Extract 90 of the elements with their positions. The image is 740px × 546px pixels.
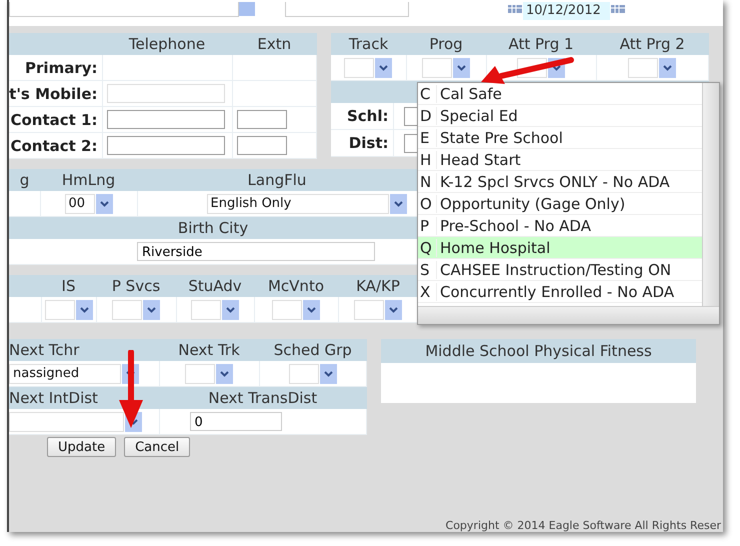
list-option[interactable]: X Concurrently Enrolled - No ADA [418,281,702,303]
list-option[interactable]: D Special Ed [418,105,702,127]
column-header: McVnto [268,277,324,295]
dropdown-button[interactable] [375,58,392,78]
chevron-icon [226,306,235,313]
column-header: StuAdv [188,277,242,295]
column-header: Prog [406,33,486,55]
field-label: Schl: [346,107,388,125]
dropdown-button[interactable] [385,300,402,320]
dropdown-button[interactable] [320,364,337,384]
copyright-text: Copyright © 2014 Eagle Software All Rights Reser [446,519,721,532]
phone-field[interactable] [106,110,224,129]
dropdown-button[interactable] [216,364,233,384]
field-label: Contact 2: [10,136,98,154]
extension-field[interactable] [236,136,286,155]
date-field[interactable]: 10/12/2012 [523,2,610,20]
chevron-icon [100,200,108,207]
column-header: Sched Grp [259,339,366,361]
select-field[interactable] [354,300,384,320]
text-field[interactable] [285,2,409,17]
phone-field[interactable] [106,136,224,155]
horizontal-scrollbar[interactable] [418,306,719,324]
list-option[interactable]: S CAHSEE Instruction/Testing ON [418,259,702,281]
extension-field[interactable] [236,110,286,129]
field-label: Contact 1: [10,110,98,128]
text-field[interactable] [9,2,239,17]
select-field[interactable] [628,58,658,78]
chevron-icon [147,306,156,313]
column-header: Birth City [9,216,417,239]
select-field[interactable] [344,58,374,78]
chevron-icon [552,64,562,71]
form-button[interactable]: Update [47,437,116,457]
form-button[interactable]: Cancel [124,437,190,457]
panel-title: Middle School Physical Fitness [381,339,696,363]
list-option[interactable]: Q Home Hospital [418,237,702,259]
column-header: Next Tchr [9,339,159,361]
select-field[interactable] [112,300,142,320]
select-field[interactable]: 00 [64,194,94,214]
select-field[interactable] [185,364,215,384]
dropdown-button[interactable] [453,58,470,78]
column-header: Telephone [102,33,232,55]
chevron-icon [80,306,88,313]
text-field[interactable]: 0 [190,412,282,431]
field-label: t's Mobile: [9,84,98,102]
list-option[interactable]: O Opportunity (Gage Only) [418,193,702,215]
column-header: IS [62,277,76,295]
column-header: Att Prg 2 [596,33,708,55]
dropdown-button[interactable] [76,300,92,320]
select-field[interactable] [44,300,74,320]
select-field[interactable] [9,412,124,432]
column-header: Track [331,33,406,55]
list-option[interactable]: E State Pre School [418,127,702,149]
column-header: Next Trk [159,339,259,361]
field-label: Dist: [348,134,388,152]
column-header: LangFlu [137,169,417,191]
chevron-icon [220,370,229,377]
calendar-icon[interactable] [507,4,523,14]
column-header: Extn [232,33,316,55]
chevron-icon [379,64,388,71]
vertical-scrollbar[interactable] [702,83,719,306]
select-field[interactable] [288,364,319,384]
field-label: Primary: [25,58,98,76]
select-field[interactable]: nassigned [9,364,121,384]
dropdown-button[interactable] [143,300,160,320]
list-option[interactable]: N K-12 Spcl Srvcs ONLY - No ADA [418,171,702,193]
chevron-icon [389,306,398,313]
dropdown-button[interactable] [222,300,239,320]
dropdown-button[interactable] [303,300,320,320]
chevron-icon [307,306,316,313]
column-header: Next TransDist [159,386,366,409]
calendar-icon[interactable] [610,4,626,14]
select-field[interactable] [191,300,221,320]
dropdown-button[interactable] [390,194,406,214]
chevron-icon [126,370,135,377]
select-field[interactable] [272,300,302,320]
column-header: HmLng [40,169,137,191]
column-header: P Svcs [112,277,160,295]
chevron-icon [663,64,672,71]
text-field[interactable]: Riverside [137,242,375,261]
select-field[interactable] [422,58,452,78]
list-option[interactable]: H Head Start [418,149,702,171]
select-field[interactable]: English Only [206,194,388,214]
column-header: KA/KP [356,277,400,295]
chevron-icon [324,370,333,377]
column-header: Att Prg 1 [486,33,596,55]
dropdown-button[interactable] [659,58,676,78]
column-header: g [9,169,40,191]
chevron-icon [394,200,402,207]
dropdown-button[interactable] [96,194,112,214]
chevron-icon [457,64,466,71]
